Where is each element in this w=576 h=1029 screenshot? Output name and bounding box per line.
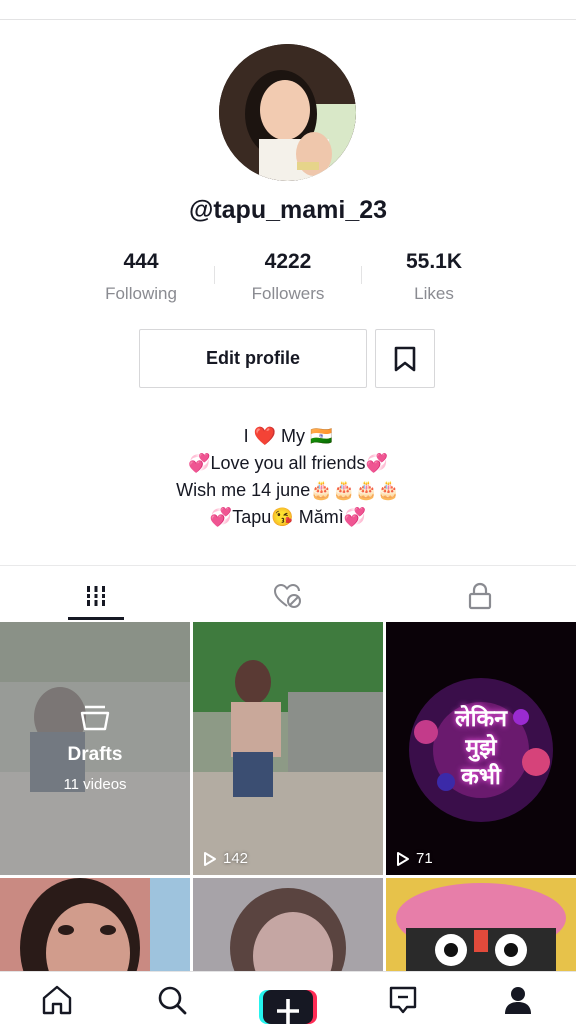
view-count-value: 142 bbox=[223, 850, 249, 867]
stat-label: Following bbox=[105, 284, 177, 303]
video-thumbnail bbox=[193, 878, 383, 971]
avatar-photo bbox=[219, 44, 356, 181]
stat-label: Followers bbox=[251, 284, 325, 303]
stat-following[interactable]: 444 Following bbox=[71, 250, 211, 304]
video-tile[interactable] bbox=[0, 878, 190, 971]
nav-profile[interactable] bbox=[498, 982, 538, 1018]
nav-home[interactable] bbox=[37, 982, 77, 1018]
video-thumbnail bbox=[386, 878, 576, 971]
nav-discover[interactable] bbox=[152, 982, 192, 1018]
search-icon bbox=[158, 986, 187, 1015]
video-thumbnail bbox=[193, 622, 383, 875]
drafts-title: Drafts bbox=[67, 744, 123, 765]
drafts-count: 11 videos bbox=[63, 776, 127, 793]
bio-line: 💞Love you all friends💞 bbox=[188, 453, 388, 473]
video-tile[interactable]: 142 bbox=[193, 622, 383, 875]
bio-line: 💞Tapu😘 Mămì💞 bbox=[209, 507, 367, 527]
play-icon bbox=[204, 851, 216, 866]
drafts-icon bbox=[80, 705, 110, 731]
top-divider bbox=[0, 19, 576, 20]
plus-icon bbox=[259, 990, 317, 1024]
stat-value: 55.1K bbox=[405, 250, 463, 273]
create-button[interactable] bbox=[259, 990, 317, 1024]
tabs-divider bbox=[0, 565, 576, 566]
tab-videos[interactable] bbox=[0, 574, 192, 618]
tab-liked[interactable] bbox=[192, 574, 384, 618]
drafts-tile[interactable]: Drafts 11 videos bbox=[0, 622, 190, 875]
video-thumbnail bbox=[0, 878, 190, 971]
avatar[interactable] bbox=[219, 44, 356, 181]
heart-hidden-icon bbox=[273, 583, 301, 608]
home-icon bbox=[42, 985, 72, 1015]
play-icon bbox=[397, 851, 409, 866]
grid-icon bbox=[84, 586, 108, 606]
active-tab-indicator bbox=[68, 617, 124, 620]
view-count: 71 bbox=[396, 850, 433, 867]
stat-followers[interactable]: 4222 Followers bbox=[218, 250, 358, 304]
video-tile[interactable] bbox=[386, 878, 576, 971]
stat-separator bbox=[361, 266, 362, 284]
tab-private[interactable] bbox=[384, 574, 576, 618]
video-tile[interactable]: लेकिन मुझे कभी 71 bbox=[386, 622, 576, 875]
video-overlay-text: लेकिन मुझे कभी bbox=[455, 705, 507, 789]
bio-line: Wish me 14 june🎂🎂🎂🎂 bbox=[176, 480, 400, 500]
stat-label: Likes bbox=[414, 284, 454, 303]
drafts-overlay: Drafts 11 videos bbox=[0, 622, 190, 875]
bookmark-icon bbox=[394, 346, 416, 371]
stat-value: 4222 bbox=[264, 250, 312, 273]
bookmark-button[interactable] bbox=[375, 329, 435, 388]
edit-profile-button[interactable]: Edit profile bbox=[139, 329, 367, 388]
stat-likes[interactable]: 55.1K Likes bbox=[364, 250, 504, 304]
view-count-value: 71 bbox=[416, 850, 433, 867]
bio-line: I ❤️ My 🇮🇳 bbox=[243, 426, 333, 446]
inbox-icon bbox=[389, 986, 417, 1014]
nav-inbox[interactable] bbox=[383, 982, 423, 1018]
video-tile[interactable] bbox=[193, 878, 383, 971]
profile-icon bbox=[505, 987, 531, 1014]
stat-value: 444 bbox=[123, 250, 159, 273]
view-count: 142 bbox=[203, 850, 248, 867]
bio: I ❤️ My 🇮🇳 💞Love you all friends💞 Wish m… bbox=[0, 423, 576, 531]
username: @tapu_mami_23 bbox=[188, 196, 388, 224]
stat-separator bbox=[214, 266, 215, 284]
lock-icon bbox=[468, 582, 492, 610]
